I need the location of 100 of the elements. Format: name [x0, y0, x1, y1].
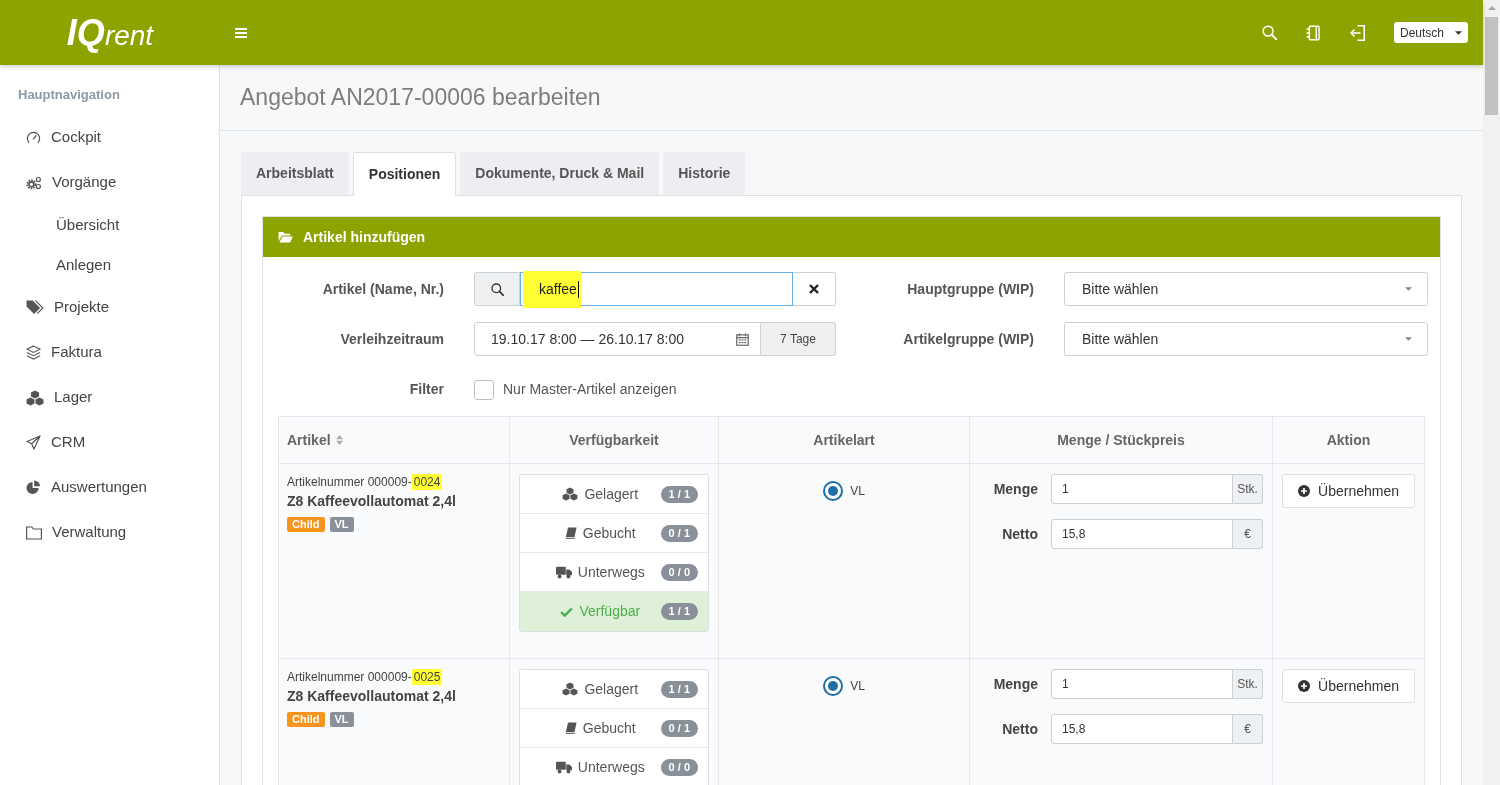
caret-icon: [1455, 30, 1462, 35]
count-badge: 1 / 1: [660, 603, 698, 620]
price-field[interactable]: 15,8: [1051, 519, 1233, 549]
cubes-icon: [562, 487, 579, 501]
availability-label: Gebucht: [582, 718, 636, 738]
folder-icon: [26, 525, 42, 540]
tags-icon: [26, 300, 44, 315]
group-select[interactable]: Bitte wählen: [1064, 272, 1428, 306]
tab[interactable]: Historie: [663, 152, 746, 195]
article-name: Z8 Kaffeevollautomat 2,4l: [287, 687, 456, 706]
search-icon: [490, 282, 504, 296]
sidebar-item[interactable]: Auswertungen: [26, 476, 147, 499]
field-label: Artikel (Name, Nr.): [322, 279, 444, 299]
price-field[interactable]: 15,8: [1051, 714, 1233, 744]
caret-icon: [1405, 287, 1412, 291]
layers-icon: [26, 345, 41, 360]
column-header: Artikelart: [813, 430, 875, 450]
article-number: Artikelnummer 000009- 0024: [287, 473, 443, 491]
tag: VL: [329, 712, 354, 727]
gauge-icon: [26, 130, 41, 145]
column-header: Verfügbarkeit: [569, 430, 659, 450]
tab[interactable]: Arbeitsblatt: [241, 152, 349, 195]
caret-icon: [1405, 337, 1412, 341]
sidebar-item[interactable]: Cockpit: [26, 126, 102, 149]
sidebar-item[interactable]: Vorgänge: [26, 171, 117, 194]
column-header: Artikel: [287, 430, 331, 450]
clear-button[interactable]: [793, 272, 836, 306]
notebook-icon[interactable]: [1306, 24, 1320, 41]
field-label: Netto: [1002, 719, 1038, 739]
radio-button[interactable]: [823, 676, 844, 696]
checkbox-label: Nur Master-Artikel anzeigen: [503, 380, 677, 399]
paper-plane-icon: [26, 435, 41, 450]
quantity-field[interactable]: 1: [1051, 669, 1233, 699]
truck-icon: [555, 761, 572, 774]
article-number: Artikelnummer 000009- 0025: [287, 668, 443, 686]
exit-icon[interactable]: [1350, 24, 1365, 41]
book-icon: [564, 722, 577, 734]
search-button[interactable]: [474, 272, 520, 306]
availability-label: Verfügbar: [579, 602, 641, 621]
plus-circle-icon: [1298, 485, 1311, 497]
unit-addon: Stk.: [1233, 474, 1263, 504]
count-badge: 0 / 0: [660, 563, 698, 581]
tag: VL: [329, 517, 354, 532]
search-field[interactable]: kaffee: [520, 272, 793, 306]
scrollbar-thumb[interactable]: [1485, 17, 1498, 115]
page-title: Angebot AN2017-00006 bearbeiten: [240, 83, 601, 113]
scroll-up-icon[interactable]: [1487, 6, 1496, 10]
logo: IQrent: [66, 14, 154, 51]
folder-open-icon: [278, 231, 293, 243]
column-header: Aktion: [1326, 430, 1371, 450]
quantity-field[interactable]: 1: [1051, 474, 1233, 504]
group-select[interactable]: Bitte wählen: [1064, 322, 1428, 356]
field-label: Artikelgruppe (WIP): [903, 329, 1034, 349]
field-label: Menge: [993, 674, 1038, 694]
radio-button[interactable]: [823, 481, 844, 501]
sidebar-heading: Hauptnavigation: [18, 86, 120, 104]
field-label: Verleihzeitraum: [340, 329, 444, 349]
days-addon: 7 Tage: [761, 322, 836, 356]
check-icon: [560, 606, 574, 617]
close-icon: [809, 284, 819, 294]
sidebar-subitem[interactable]: Übersicht: [56, 213, 120, 237]
cubes-icon: [562, 682, 579, 696]
availability-label: Unterwegs: [577, 562, 645, 582]
tab[interactable]: Positionen: [352, 152, 457, 196]
unit-addon: €: [1233, 714, 1263, 744]
tag: Child: [287, 517, 325, 532]
unit-addon: €: [1233, 519, 1263, 549]
language-select[interactable]: Deutsch: [1394, 22, 1468, 43]
count-badge: 0 / 1: [660, 719, 698, 737]
sidebar-item[interactable]: Verwaltung: [26, 521, 127, 544]
count-badge: 0 / 0: [660, 759, 698, 776]
article-name: Z8 Kaffeevollautomat 2,4l: [287, 492, 456, 511]
count-badge: 1 / 1: [660, 680, 698, 698]
sort-icon[interactable]: [335, 435, 343, 445]
availability-label: Gelagert: [584, 679, 639, 699]
cubes-icon: [26, 389, 44, 406]
sidebar-item[interactable]: Projekte: [26, 296, 110, 319]
truck-icon: [555, 565, 572, 579]
book-icon: [564, 527, 577, 539]
apply-button[interactable]: Übernehmen: [1282, 669, 1415, 703]
field-label: Filter: [409, 380, 444, 399]
pie-chart-icon: [26, 480, 41, 495]
sidebar-item[interactable]: Lager: [26, 386, 93, 409]
date-range-field[interactable]: 19.10.17 8:00 — 26.10.17 8:00: [474, 322, 761, 356]
apply-button[interactable]: Übernehmen: [1282, 474, 1415, 508]
sidebar-item[interactable]: CRM: [26, 431, 86, 454]
text-cursor: [577, 280, 579, 298]
sidebar-subitem[interactable]: Anlegen: [56, 253, 112, 277]
calendar-icon: [736, 332, 749, 346]
menu-icon[interactable]: [235, 27, 247, 38]
count-badge: 1 / 1: [660, 485, 698, 503]
radio-label: VL: [850, 678, 865, 695]
sidebar-item[interactable]: Faktura: [26, 341, 102, 364]
search-icon[interactable]: [1262, 25, 1277, 40]
column-header: Menge / Stückpreis: [1057, 430, 1185, 450]
card-title: Artikel hinzufügen: [303, 227, 426, 247]
tab[interactable]: Dokumente, Druck & Mail: [460, 152, 660, 195]
availability-label: Gelagert: [584, 484, 639, 504]
field-label: Netto: [1002, 524, 1038, 544]
checkbox[interactable]: [474, 379, 494, 400]
